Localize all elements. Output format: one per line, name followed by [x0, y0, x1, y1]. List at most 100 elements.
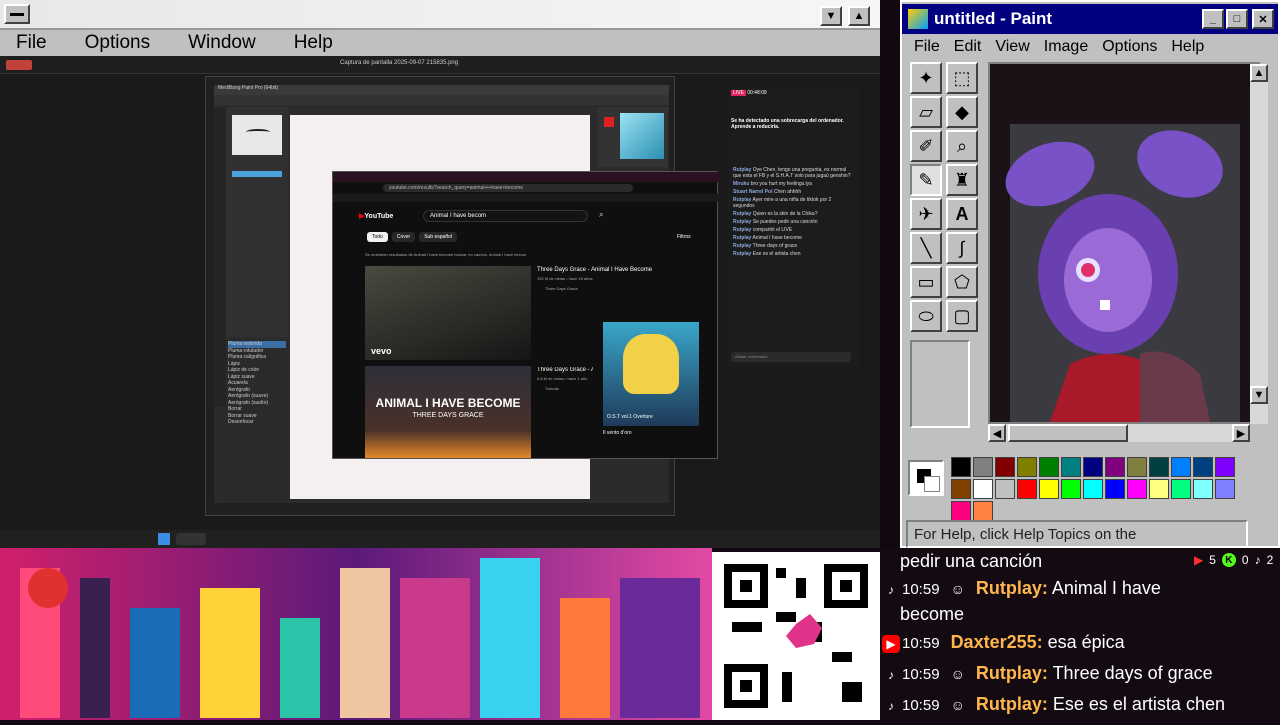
search-icon[interactable]: ⌕ — [599, 210, 603, 220]
line-icon[interactable]: ╲ — [910, 232, 942, 264]
chip-cover[interactable]: Cover — [391, 232, 416, 242]
palette-swatch[interactable] — [1193, 457, 1213, 477]
current-colors[interactable] — [908, 460, 944, 496]
palette-swatch[interactable] — [1215, 479, 1235, 499]
record-button[interactable] — [6, 60, 32, 70]
palette-swatch[interactable] — [1171, 457, 1191, 477]
maximize-button[interactable]: ▲ — [848, 6, 870, 26]
rect-select-icon[interactable]: ⬚ — [946, 62, 978, 94]
youtube-logo[interactable]: ▶YouTube — [359, 212, 393, 220]
menu-help[interactable]: Help — [1171, 38, 1204, 56]
palette-swatch[interactable] — [1193, 479, 1213, 499]
video-thumbnail[interactable]: ANIMAL I HAVE BECOME THREE DAYS GRACE — [365, 366, 531, 458]
scroll-right-icon[interactable]: ▶ — [1232, 424, 1250, 442]
palette-swatch[interactable] — [1083, 479, 1103, 499]
palette-swatch[interactable] — [1039, 479, 1059, 499]
chat-user: Miruku — [733, 181, 750, 187]
airbrush-icon[interactable]: ✈ — [910, 198, 942, 230]
palette-swatch[interactable] — [1017, 457, 1037, 477]
scroll-down-icon[interactable]: ▼ — [1250, 386, 1268, 404]
chip-sub[interactable]: Sub español — [419, 232, 457, 242]
channel-name[interactable]: Three Days Grace — [545, 286, 578, 291]
menu-options[interactable]: Options — [85, 32, 150, 54]
channel-name[interactable]: 7clouds — [545, 386, 559, 391]
scroll-up-icon[interactable]: ▲ — [1250, 64, 1268, 82]
palette-swatch[interactable] — [995, 457, 1015, 477]
curve-icon[interactable]: ∫ — [946, 232, 978, 264]
ellipse-icon[interactable]: ⬭ — [910, 300, 942, 332]
menu-window[interactable]: Window — [188, 32, 256, 54]
minimize-icon: _ — [1209, 13, 1217, 25]
palette-swatch[interactable] — [1149, 479, 1169, 499]
palette-swatch[interactable] — [973, 501, 993, 521]
chip-all[interactable]: Todo — [367, 232, 388, 242]
scroll-thumb[interactable] — [1008, 424, 1128, 442]
maximize-button[interactable]: □ — [1226, 9, 1248, 29]
palette-swatch[interactable] — [995, 479, 1015, 499]
menu-help[interactable]: Help — [294, 32, 333, 54]
search-input[interactable]: Animal I have becom — [423, 210, 588, 222]
polygon-icon[interactable]: ⬠ — [946, 266, 978, 298]
palette-swatch[interactable] — [951, 479, 971, 499]
palette-swatch[interactable] — [973, 479, 993, 499]
palette-swatch[interactable] — [1105, 479, 1125, 499]
palette-swatch[interactable] — [1017, 479, 1037, 499]
menu-options[interactable]: Options — [1102, 38, 1157, 56]
color-picker[interactable] — [620, 113, 664, 159]
close-icon: ✕ — [1258, 13, 1268, 26]
fill-bucket-icon[interactable]: ◆ — [946, 96, 978, 128]
palette-swatch[interactable] — [1127, 479, 1147, 499]
video-title[interactable]: Three Days Grace - Animal I Have Become … — [537, 367, 593, 373]
text-icon[interactable]: A — [946, 198, 978, 230]
close-button[interactable]: ✕ — [1252, 9, 1274, 29]
rectangle-icon[interactable]: ▭ — [910, 266, 942, 298]
palette-swatch[interactable] — [1083, 457, 1103, 477]
palette-swatch[interactable] — [951, 501, 971, 521]
rounded-rect-icon[interactable]: ▢ — [946, 300, 978, 332]
video-thumbnail[interactable]: vevo — [365, 266, 531, 360]
system-menu-button[interactable] — [4, 4, 30, 24]
size-slider[interactable] — [232, 171, 282, 177]
primary-color[interactable] — [604, 117, 614, 127]
vertical-scrollbar[interactable]: ▲ ▼ — [1250, 64, 1268, 424]
background-color[interactable] — [924, 476, 940, 492]
menu-file[interactable]: File — [914, 38, 940, 56]
palette-swatch[interactable] — [1149, 457, 1169, 477]
scroll-left-icon[interactable]: ◀ — [988, 424, 1006, 442]
album-card[interactable]: O.S.T vol.1 Overture — [603, 322, 699, 426]
brush-item[interactable]: Desenfocar — [228, 419, 286, 426]
address-bar[interactable]: youtube.com/results?search_query=animal+… — [383, 184, 633, 192]
brush-icon[interactable]: ♜ — [946, 164, 978, 196]
minimize-button[interactable]: ▼ — [820, 6, 842, 26]
palette-swatch[interactable] — [1105, 457, 1125, 477]
palette-swatch[interactable] — [1039, 457, 1059, 477]
palette-swatch[interactable] — [1127, 457, 1147, 477]
menu-view[interactable]: View — [995, 38, 1029, 56]
palette-swatch[interactable] — [1061, 457, 1081, 477]
filters-button[interactable]: Filtros — [677, 234, 691, 240]
start-icon[interactable] — [158, 533, 170, 545]
qr-code-image — [724, 564, 868, 708]
palette-swatch[interactable] — [973, 457, 993, 477]
taskbar-search[interactable] — [176, 533, 206, 545]
menu-image[interactable]: Image — [1044, 38, 1088, 56]
palette-swatch[interactable] — [951, 457, 971, 477]
free-select-icon[interactable]: ✦ — [910, 62, 942, 94]
magnifier-icon[interactable]: ⌕ — [946, 130, 978, 162]
color-picker-icon[interactable]: ✐ — [910, 130, 942, 162]
menu-file[interactable]: File — [16, 32, 47, 54]
palette-swatch[interactable] — [1215, 457, 1235, 477]
pencil-icon[interactable]: ✎ — [910, 164, 942, 196]
paint-canvas[interactable] — [988, 62, 1260, 424]
tool-options-box[interactable] — [910, 340, 970, 428]
eraser-icon[interactable]: ▱ — [910, 96, 942, 128]
palette-swatch[interactable] — [1171, 479, 1191, 499]
minimize-button[interactable]: _ — [1202, 9, 1224, 29]
palette-swatch[interactable] — [1061, 479, 1081, 499]
chat-input[interactable]: Añadir comentario — [731, 352, 851, 362]
chat-user: Rutplay — [733, 219, 752, 225]
menu-edit[interactable]: Edit — [954, 38, 982, 56]
video-title[interactable]: Three Days Grace - Animal I Have Become — [537, 267, 652, 273]
status-text: For Help, click Help Topics on the — [914, 525, 1137, 543]
horizontal-scrollbar[interactable]: ◀ ▶ — [988, 424, 1250, 442]
